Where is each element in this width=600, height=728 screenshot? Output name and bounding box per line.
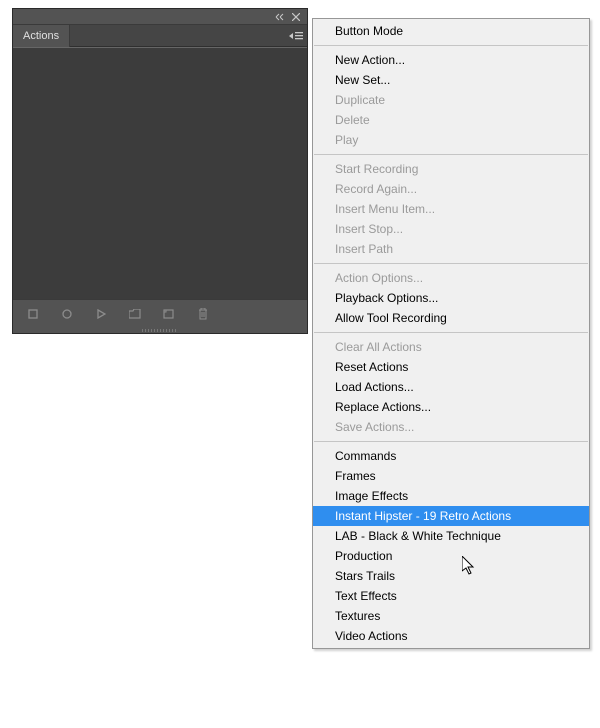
menu-separator: [314, 45, 588, 46]
menu-item-replace-actions[interactable]: Replace Actions...: [313, 397, 589, 417]
new-action-icon[interactable]: [161, 306, 177, 322]
menu-item-lab-black-white-technique[interactable]: LAB - Black & White Technique: [313, 526, 589, 546]
menu-item-clear-all-actions: Clear All Actions: [313, 337, 589, 357]
menu-item-play: Play: [313, 130, 589, 150]
actions-panel: Actions: [12, 8, 308, 334]
menu-item-action-options: Action Options...: [313, 268, 589, 288]
menu-item-reset-actions[interactable]: Reset Actions: [313, 357, 589, 377]
menu-item-frames[interactable]: Frames: [313, 466, 589, 486]
menu-item-text-effects[interactable]: Text Effects: [313, 586, 589, 606]
tab-actions[interactable]: Actions: [13, 25, 70, 47]
menu-separator: [314, 154, 588, 155]
menu-item-stars-trails[interactable]: Stars Trails: [313, 566, 589, 586]
menu-item-textures[interactable]: Textures: [313, 606, 589, 626]
close-icon[interactable]: [291, 12, 301, 22]
panel-menu-button[interactable]: [285, 25, 307, 47]
menu-item-playback-options[interactable]: Playback Options...: [313, 288, 589, 308]
actions-panel-menu: Button Mode New Action...New Set...Duplic…: [312, 18, 590, 649]
menu-item-image-effects[interactable]: Image Effects: [313, 486, 589, 506]
menu-item-insert-menu-item: Insert Menu Item...: [313, 199, 589, 219]
menu-item-record-again: Record Again...: [313, 179, 589, 199]
menu-item-delete: Delete: [313, 110, 589, 130]
menu-item-allow-tool-recording[interactable]: Allow Tool Recording: [313, 308, 589, 328]
panel-tab-bar: Actions: [13, 25, 307, 47]
trash-icon[interactable]: [195, 306, 211, 322]
menu-item-commands[interactable]: Commands: [313, 446, 589, 466]
stop-icon[interactable]: [25, 306, 41, 322]
menu-item-load-actions[interactable]: Load Actions...: [313, 377, 589, 397]
collapse-icon[interactable]: [275, 12, 285, 22]
menu-item-insert-path: Insert Path: [313, 239, 589, 259]
menu-item-video-actions[interactable]: Video Actions: [313, 626, 589, 646]
menu-item-insert-stop: Insert Stop...: [313, 219, 589, 239]
menu-item-new-set[interactable]: New Set...: [313, 70, 589, 90]
play-icon[interactable]: [93, 306, 109, 322]
resize-grip[interactable]: [13, 327, 307, 333]
record-icon[interactable]: [59, 306, 75, 322]
new-set-icon[interactable]: [127, 306, 143, 322]
menu-item-save-actions: Save Actions...: [313, 417, 589, 437]
menu-separator: [314, 332, 588, 333]
menu-item-new-action[interactable]: New Action...: [313, 50, 589, 70]
panel-titlebar: [13, 9, 307, 25]
menu-item-instant-hipster-19-retro-actions[interactable]: Instant Hipster - 19 Retro Actions: [313, 506, 589, 526]
menu-item-button-mode[interactable]: Button Mode: [313, 21, 589, 41]
menu-item-production[interactable]: Production: [313, 546, 589, 566]
panel-footer: [13, 299, 307, 327]
tab-label: Actions: [23, 30, 59, 42]
menu-item-duplicate: Duplicate: [313, 90, 589, 110]
actions-list-body: [13, 47, 307, 299]
menu-separator: [314, 263, 588, 264]
menu-separator: [314, 441, 588, 442]
menu-item-start-recording: Start Recording: [313, 159, 589, 179]
